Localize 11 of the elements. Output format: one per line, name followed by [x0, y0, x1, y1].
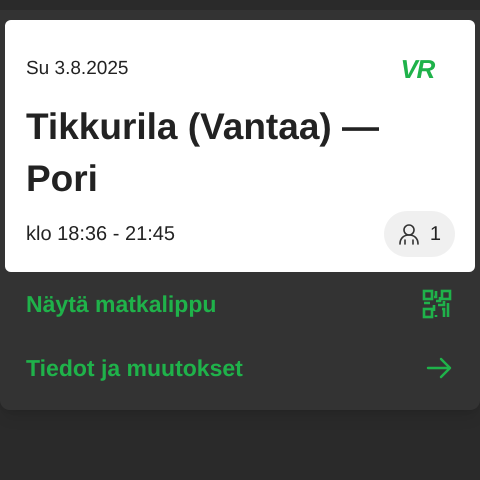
action-link[interactable]: Näytä matkalippu: [0, 272, 480, 336]
arrow-right-icon: [426, 357, 452, 379]
departure-time: klo 18:36 - 21:45: [26, 222, 175, 247]
vr-logo: VR: [400, 53, 434, 86]
passenger-count: 1: [430, 222, 441, 247]
person-icon: [398, 223, 420, 245]
trip-card[interactable]: Su 3.8.2025 VR Tikkurila (Vantaa) — Pori klo 18:36 - 21:45 1: [5, 20, 475, 272]
trip-date: Su 3.8.2025: [26, 57, 128, 82]
action-link[interactable]: Tiedot ja muutokset: [0, 336, 480, 400]
route-title: Tikkurila (Vantaa) — Pori: [26, 105, 380, 201]
qr-code-icon: [422, 289, 452, 319]
